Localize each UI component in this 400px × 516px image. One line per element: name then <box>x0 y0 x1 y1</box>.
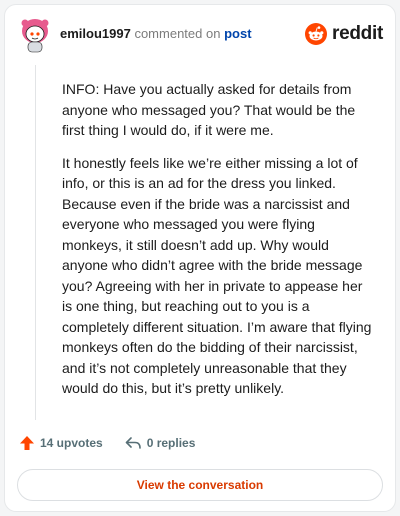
comment-header: emilou1997 commented on post reddit <box>5 5 395 61</box>
comment-paragraph: INFO: Have you actually asked for detail… <box>62 81 356 138</box>
comment-actions: 14 upvotes 0 replies <box>19 435 195 451</box>
post-link[interactable]: post <box>224 26 251 41</box>
reply-arrow-icon <box>125 437 141 449</box>
upvote-count: 14 upvotes <box>40 436 103 450</box>
reddit-logo[interactable]: reddit <box>305 23 383 45</box>
reddit-alien-icon <box>305 23 328 45</box>
upvote-arrow-icon <box>20 436 34 450</box>
comment-meta: emilou1997 commented on post <box>60 26 252 41</box>
view-conversation-button[interactable]: View the conversation <box>17 469 383 501</box>
reply-count: 0 replies <box>146 436 196 450</box>
thread-line <box>35 65 36 420</box>
reddit-wordmark: reddit <box>332 23 383 44</box>
comment-paragraph: It honestly feels like we’re either miss… <box>62 154 372 397</box>
comment-body: INFO: Have you actually asked for detail… <box>62 79 372 411</box>
reply-button[interactable]: 0 replies <box>125 436 196 450</box>
username[interactable]: emilou1997 <box>60 26 131 41</box>
upvote-button[interactable]: 14 upvotes <box>19 435 103 451</box>
user-avatar[interactable] <box>20 17 50 53</box>
action-text: commented on <box>134 26 221 41</box>
comment-card: emilou1997 commented on post reddit INFO… <box>4 4 396 512</box>
